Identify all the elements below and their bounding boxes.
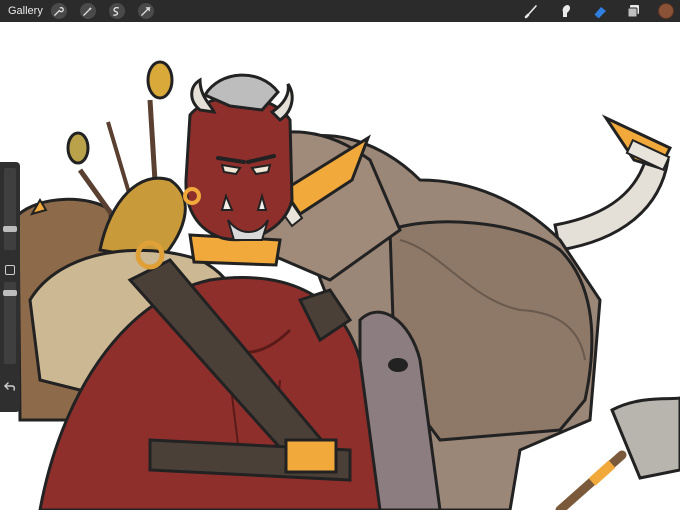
- eraser-icon[interactable]: [590, 1, 610, 21]
- belt-buckle: [284, 438, 338, 474]
- brush-opacity-thumb[interactable]: [3, 290, 17, 296]
- layers-icon[interactable]: [624, 1, 644, 21]
- brush-sidebar: [0, 162, 20, 412]
- transform-arrow-icon[interactable]: [137, 3, 154, 19]
- brush-size-thumb[interactable]: [3, 226, 17, 232]
- magic-wand-icon[interactable]: [79, 3, 96, 19]
- selection-icon[interactable]: [108, 3, 125, 19]
- brush-opacity-slider[interactable]: [3, 282, 17, 364]
- gallery-button[interactable]: Gallery: [8, 5, 43, 17]
- modify-button[interactable]: [5, 265, 15, 275]
- axe-handle: [555, 450, 627, 510]
- right-toolbar: [522, 0, 680, 22]
- brush-size-slider[interactable]: [3, 168, 17, 250]
- seed-pod-left: [66, 131, 90, 165]
- brush-icon[interactable]: [522, 1, 542, 21]
- wrench-icon[interactable]: [50, 3, 67, 19]
- smudge-icon[interactable]: [556, 1, 576, 21]
- drawing-canvas[interactable]: [0, 22, 680, 510]
- color-swatch-button[interactable]: [658, 3, 674, 19]
- undo-icon[interactable]: [4, 380, 16, 392]
- axe-blade: [610, 396, 680, 480]
- top-toolbar: Gallery: [0, 0, 680, 22]
- seed-pod-top: [146, 60, 174, 100]
